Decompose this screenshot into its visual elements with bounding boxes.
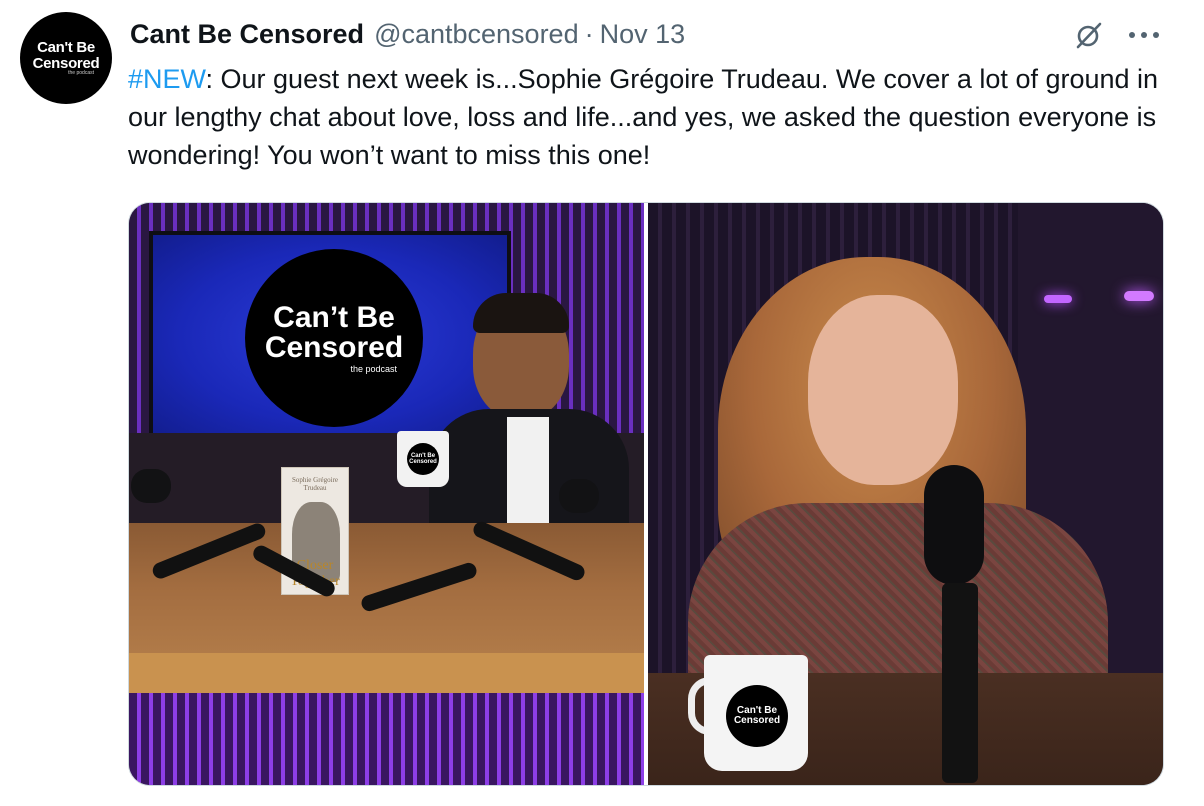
- mic-right: [559, 479, 599, 513]
- photo-right[interactable]: Can't Be Censored: [648, 203, 1163, 785]
- book-author: Sophie Grégoire Trudeau: [291, 476, 339, 493]
- screen-logo: Can’t Be Censored the podcast: [245, 249, 423, 427]
- purple-light-1: [1044, 295, 1072, 303]
- tweet-header: Cant Be Censored @cantbcensored · Nov 13: [130, 14, 685, 54]
- avatar[interactable]: Can't Be Censored the podcast: [20, 12, 112, 104]
- avatar-line-3: the podcast: [68, 70, 94, 76]
- host-hair: [473, 293, 569, 333]
- screen-logo-line-3: the podcast: [350, 363, 397, 374]
- separator-dot: ·: [584, 18, 594, 49]
- tweet-text: #NEW: Our guest next week is...Sophie Gr…: [128, 60, 1168, 174]
- screen-logo-line-1: Can’t Be: [273, 300, 395, 334]
- purple-glow: [129, 693, 644, 785]
- guest-mug-logo: Can't Be Censored: [726, 685, 788, 747]
- photo-left[interactable]: Can’t Be Censored the podcast Can't Be C…: [129, 203, 644, 785]
- grok-icon[interactable]: [1070, 16, 1108, 54]
- host-shirt: [507, 417, 549, 527]
- hashtag-link[interactable]: #NEW: [128, 64, 206, 94]
- tweet-date[interactable]: Nov 13: [600, 19, 686, 50]
- author-name[interactable]: Cant Be Censored: [130, 19, 364, 50]
- guest-face: [808, 295, 958, 485]
- guest-mug: Can't Be Censored: [704, 655, 808, 771]
- purple-light-2: [1124, 291, 1154, 301]
- mic-left: [131, 469, 171, 503]
- author-handle[interactable]: @cantbcensored: [374, 19, 579, 50]
- tweet-text-body: : Our guest next week is...Sophie Grégoi…: [128, 64, 1159, 170]
- screen-logo-line-2: Censored: [264, 330, 404, 364]
- host-figure: [429, 293, 629, 559]
- avatar-line-2: Censored: [32, 55, 100, 72]
- media-grid: Can’t Be Censored the podcast Can't Be C…: [128, 202, 1164, 786]
- host-mug-logo: Can't Be Censored: [407, 443, 439, 475]
- more-icon[interactable]: [1122, 16, 1166, 54]
- guest-mug-line-2: Censored: [733, 715, 781, 726]
- guest-microphone: [924, 465, 984, 585]
- desk-edge: [129, 653, 644, 693]
- mic-stand: [942, 583, 978, 783]
- host-mug: Can't Be Censored: [397, 431, 449, 487]
- avatar-line-1: Can't Be: [37, 39, 95, 56]
